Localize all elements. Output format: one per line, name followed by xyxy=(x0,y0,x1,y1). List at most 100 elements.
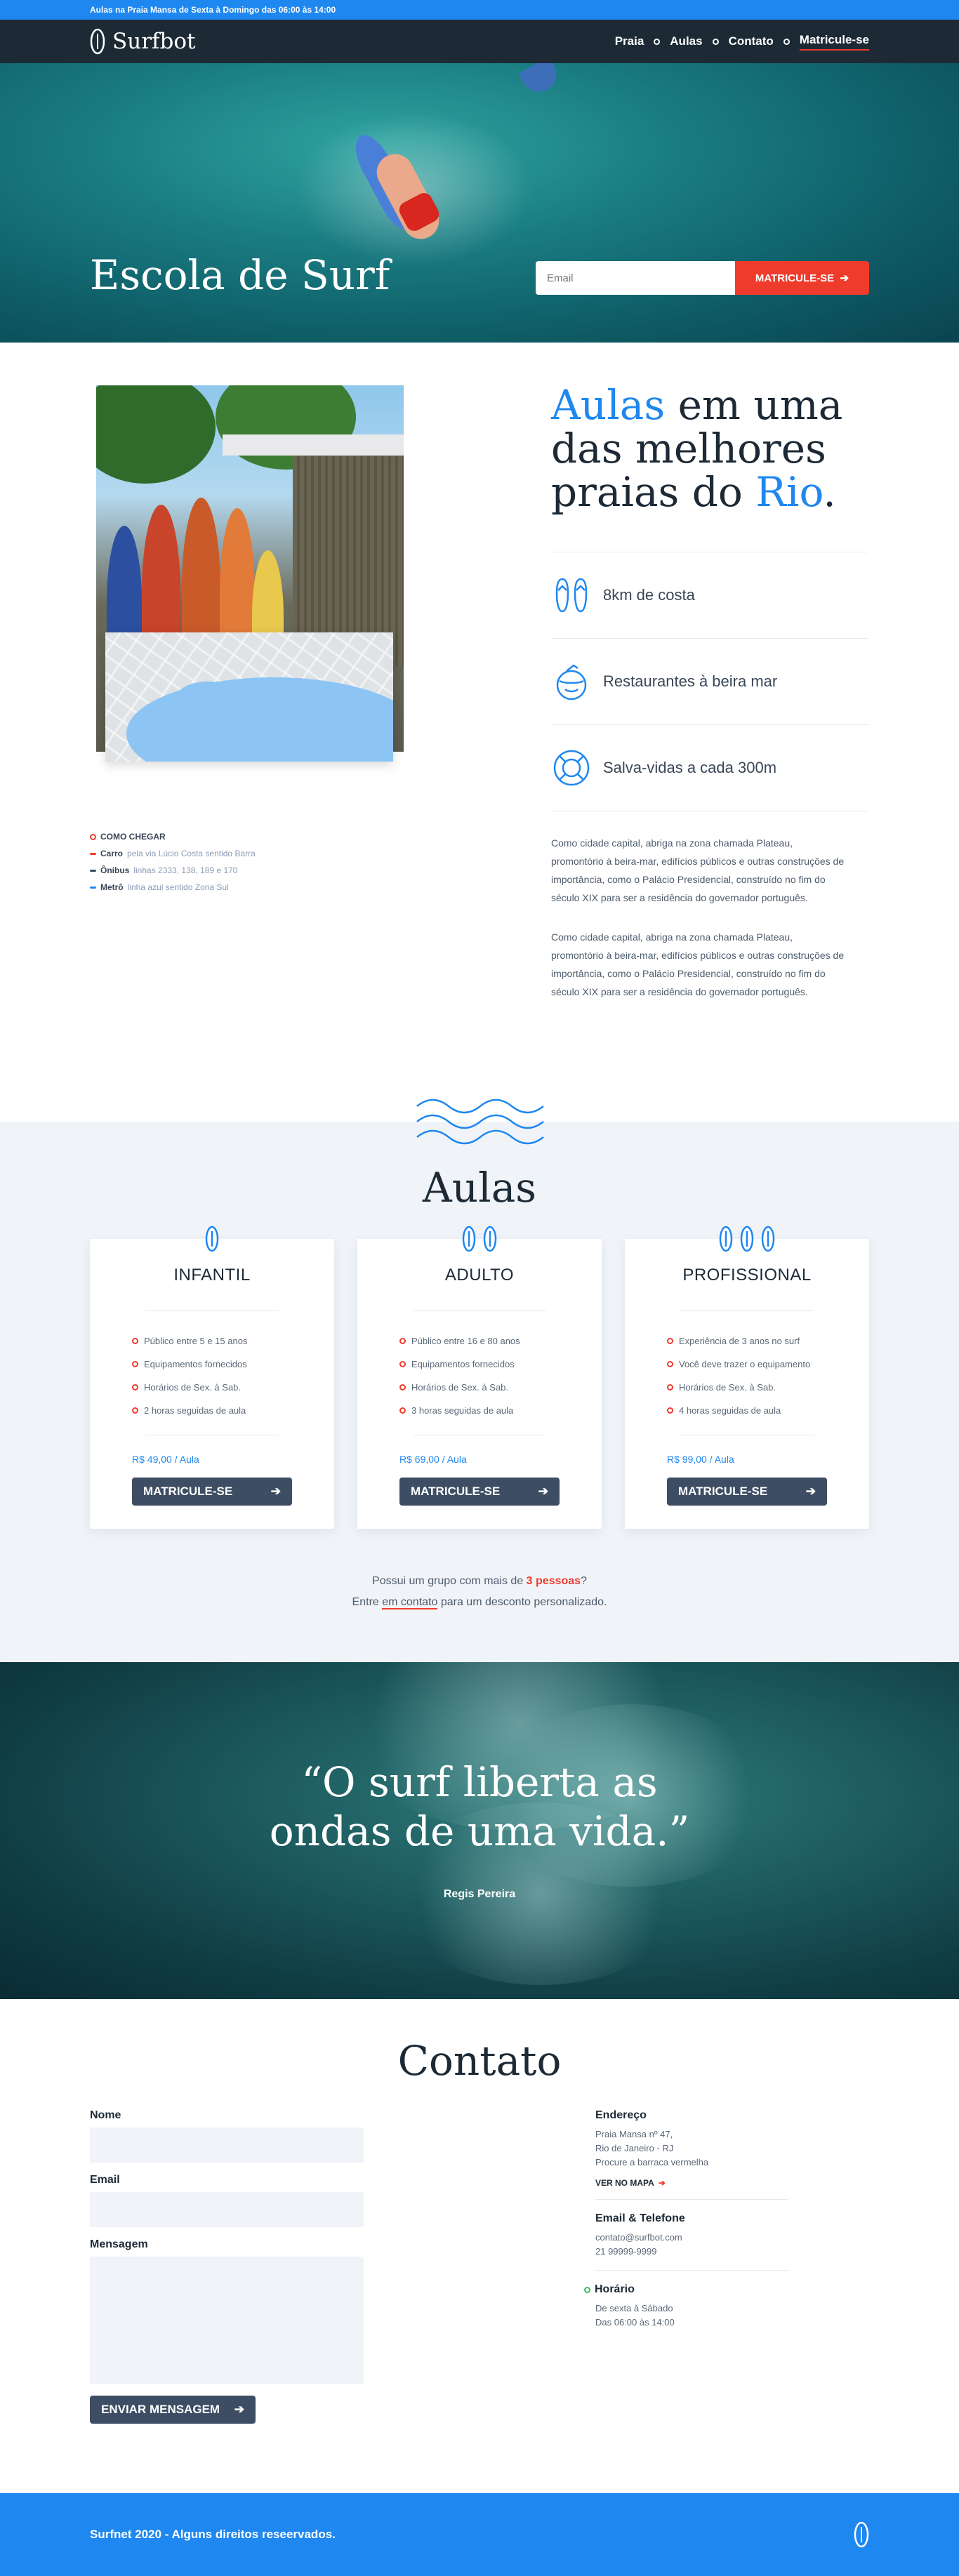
bullet-icon xyxy=(399,1407,406,1414)
logo[interactable]: Surfbot xyxy=(90,28,195,55)
classes-title: Aulas xyxy=(422,1164,537,1211)
footer: Surfnet 2020 - Alguns direitos reseervad… xyxy=(0,2493,959,2576)
contact-form: Nome Email Mensagem ENVIAR MENSAGEM ➔ xyxy=(90,2109,364,2424)
nav-item-contato[interactable]: Contato xyxy=(729,34,774,48)
beach-title: Aulas em uma das melhores praias do Rio. xyxy=(551,383,868,514)
class-price: R$ 99,00 / Aula xyxy=(667,1454,734,1465)
surfboard-icon xyxy=(761,1226,775,1252)
class-name: INFANTIL xyxy=(173,1266,251,1284)
email-field[interactable] xyxy=(90,2192,364,2227)
class-price: R$ 49,00 / Aula xyxy=(132,1454,199,1465)
enroll-label: MATRICULE-SE xyxy=(143,1485,233,1498)
photo-roof xyxy=(223,434,404,456)
view-map-label: VER NO MAPA xyxy=(595,2178,654,2188)
route-line-icon xyxy=(90,869,96,872)
class-features: Público entre 5 e 15 anos Equipamentos fo… xyxy=(132,1329,334,1422)
beach-title-text: . xyxy=(823,468,836,516)
class-feature-item: Público entre 5 e 15 anos xyxy=(132,1329,334,1353)
class-name: ADULTO xyxy=(444,1266,515,1284)
surfboard-logo-icon[interactable] xyxy=(854,2521,869,2548)
class-feature-text: Público entre 16 e 80 anos xyxy=(411,1336,520,1346)
class-feature-text: Equipamentos fornecidos xyxy=(411,1359,515,1369)
nav-item-matricule[interactable]: Matricule-se xyxy=(799,33,869,51)
class-card: INFANTIL Público entre 5 e 15 anos Equipam… xyxy=(90,1226,334,1529)
beach-paragraph: Como cidade capital, abriga na zona cham… xyxy=(551,837,845,903)
bullet-icon xyxy=(132,1338,138,1344)
group-note-text: ? xyxy=(581,1575,587,1587)
enroll-label: MATRICULE-SE xyxy=(411,1485,501,1498)
class-icons xyxy=(90,1225,334,1253)
surfboard-icon xyxy=(719,1226,733,1252)
hours-title: Horário xyxy=(584,2283,788,2296)
arrow-right-icon: ➔ xyxy=(840,272,849,284)
bullet-icon xyxy=(667,1384,673,1390)
hours-line: Das 06:00 às 14:00 xyxy=(595,2317,675,2328)
class-feature-item: Você deve trazer o equipamento xyxy=(667,1353,869,1376)
feature-item: Restaurantes à beira mar xyxy=(551,639,868,725)
beach-paragraph: Como cidade capital, abriga na zona cham… xyxy=(551,931,845,997)
class-feature-text: Horários de Sex. à Sab. xyxy=(679,1382,776,1393)
class-feature-text: Experiência de 3 anos no surf xyxy=(679,1336,800,1346)
bullet-icon xyxy=(667,1361,673,1367)
open-status-icon xyxy=(584,2286,590,2293)
nav-item-praia[interactable]: Praia xyxy=(615,34,644,48)
lifebuoy-icon xyxy=(553,750,590,786)
divider xyxy=(680,1310,814,1311)
bullet-icon xyxy=(399,1384,406,1390)
hero-signup-button[interactable]: MATRICULE-SE ➔ xyxy=(735,261,869,295)
logo-text: Surfbot xyxy=(112,29,196,54)
directions-item: Metrô linha azul sentido Zona Sul xyxy=(90,879,256,896)
enroll-button[interactable]: MATRICULE-SE ➔ xyxy=(399,1478,560,1506)
view-map-link[interactable]: VER NO MAPA ➔ xyxy=(595,2178,788,2188)
email-label: Email xyxy=(90,2174,120,2186)
class-feature-item: Horários de Sex. à Sab. xyxy=(667,1376,869,1399)
enroll-button[interactable]: MATRICULE-SE ➔ xyxy=(132,1478,292,1506)
class-feature-item: 3 horas seguidas de aula xyxy=(399,1399,602,1422)
quote-line: “O surf liberta as xyxy=(301,1758,658,1806)
divider xyxy=(413,1310,546,1311)
nav-item-aulas[interactable]: Aulas xyxy=(670,34,702,48)
directions-detail: pela via Lúcio Costa sentido Barra xyxy=(127,849,256,858)
group-discount-note: Possui um grupo com mais de 3 pessoas? E… xyxy=(0,1571,959,1613)
class-features: Público entre 16 e 80 anos Equipamentos f… xyxy=(399,1329,602,1422)
directions-heading: COMO CHEGAR xyxy=(100,832,166,842)
class-price: R$ 69,00 / Aula xyxy=(399,1454,467,1465)
message-field[interactable] xyxy=(90,2257,364,2384)
feature-label: Salva-vidas a cada 300m xyxy=(603,759,777,776)
contact-link[interactable]: em contato xyxy=(382,1596,438,1609)
class-feature-item: Experiência de 3 anos no surf xyxy=(667,1329,869,1353)
arrow-right-icon: ➔ xyxy=(805,1485,816,1498)
class-feature-item: Equipamentos fornecidos xyxy=(132,1353,334,1376)
beach-title-highlight: Aulas xyxy=(551,381,666,429)
surfboard-icon xyxy=(205,1226,219,1252)
coconut-drink-icon xyxy=(556,664,587,701)
waves-icon xyxy=(416,1098,544,1145)
contact-info: Endereço Praia Mansa nº 47, Rio de Janei… xyxy=(584,2109,788,2353)
feature-label: 8km de costa xyxy=(603,586,695,604)
enroll-button[interactable]: MATRICULE-SE ➔ xyxy=(667,1478,827,1506)
hero-signup-label: MATRICULE-SE xyxy=(755,272,835,284)
send-message-button[interactable]: ENVIAR MENSAGEM ➔ xyxy=(90,2396,256,2424)
hero-email-input[interactable] xyxy=(536,261,735,295)
surfboard-icon xyxy=(483,1226,497,1252)
class-feature-text: Equipamentos fornecidos xyxy=(144,1359,247,1369)
announcement-text: Aulas na Praia Mansa de Sexta à Domingo … xyxy=(90,5,336,15)
quote-line: ondas de uma vida.” xyxy=(269,1807,690,1855)
location-map[interactable] xyxy=(105,632,393,762)
class-feature-item: 2 horas seguidas de aula xyxy=(132,1399,334,1422)
name-field[interactable] xyxy=(90,2127,364,2163)
hero-section: Escola de Surf MATRICULE-SE ➔ xyxy=(0,63,959,343)
surfboard-icon xyxy=(740,1226,754,1252)
class-feature-text: 3 horas seguidas de aula xyxy=(411,1405,514,1416)
route-line-icon xyxy=(90,852,96,855)
directions-detail: linha azul sentido Zona Sul xyxy=(127,882,229,892)
class-icons xyxy=(357,1225,602,1253)
contact-phone[interactable]: 21 99999-9999 xyxy=(595,2245,788,2259)
contact-email[interactable]: contato@surfbot.com xyxy=(595,2231,788,2245)
beach-section: COMO CHEGAR Carro pela via Lúcio Costa se… xyxy=(0,343,959,1122)
address-line: Praia Mansa nº 47, xyxy=(595,2129,673,2139)
address-title: Endereço xyxy=(595,2109,647,2121)
class-feature-item: 4 horas seguidas de aula xyxy=(667,1399,869,1422)
class-name: PROFISSIONAL xyxy=(682,1266,812,1284)
address-line: Procure a barraca vermelha xyxy=(595,2157,709,2167)
